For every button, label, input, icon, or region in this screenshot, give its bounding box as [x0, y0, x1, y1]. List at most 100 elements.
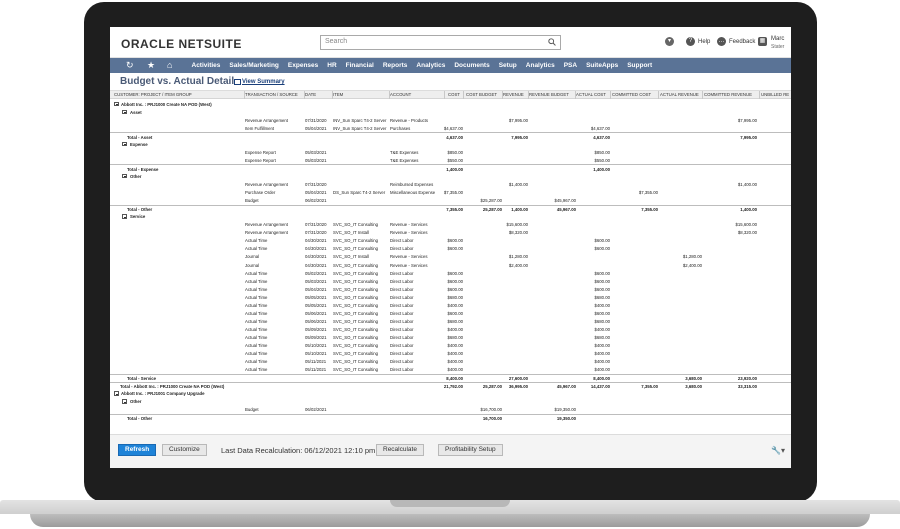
column-separator[interactable]: [304, 91, 305, 99]
nav-psa[interactable]: PSA: [559, 58, 581, 73]
table-cell: 25,287.00: [482, 384, 502, 390]
help-icon[interactable]: ?: [686, 37, 695, 46]
column-separator[interactable]: [502, 91, 503, 99]
role-icon[interactable]: ▦: [758, 37, 767, 46]
column-header[interactable]: ACCOUNT: [390, 92, 411, 97]
nav-hr[interactable]: HR: [323, 58, 341, 73]
home-icon[interactable]: ⌂: [167, 60, 172, 71]
profitability-setup-button[interactable]: Profitability Setup: [438, 444, 503, 456]
column-separator[interactable]: [610, 91, 611, 99]
nav-documents[interactable]: Documents: [450, 58, 494, 73]
column-separator[interactable]: [244, 91, 245, 99]
star-icon[interactable]: ★: [147, 60, 155, 71]
nav-expenses[interactable]: Expenses: [283, 58, 322, 73]
table-cell: $7,355.00: [443, 190, 463, 196]
table-cell: Actual Time: [245, 367, 268, 373]
table-row: Revenue Arrangement 07/31/2020 SVC_SO_IT C…: [110, 221, 791, 229]
refresh-button[interactable]: Refresh: [118, 444, 157, 456]
user-menu[interactable]: Marc Stater: [771, 35, 784, 51]
column-header[interactable]: UNBILLED RE: [761, 92, 789, 97]
nav-reports[interactable]: Reports: [378, 58, 412, 73]
user-name: Marc: [771, 36, 785, 42]
table-row: Actual Time 05/05/2021 SVC_SO_IT Consultin…: [110, 301, 791, 309]
column-separator[interactable]: [702, 91, 703, 99]
table-cell: $4,637.00: [590, 125, 610, 131]
column-separator[interactable]: [658, 91, 659, 99]
collapse-toggle-icon[interactable]: [114, 391, 119, 396]
table-row: Actual Time 05/09/2021 SVC_SO_IT Consultin…: [110, 325, 791, 333]
column-separator[interactable]: [332, 91, 333, 99]
netsuite-logo[interactable]: ORACLE NETSUITE: [121, 37, 242, 51]
table-cell: $400.00: [447, 359, 463, 365]
table-row: Total - Abbott Inc. : PRJ1000 Create NA …: [110, 381, 791, 390]
column-header[interactable]: CUSTOMER: PROJECT / ITEM GROUP: [114, 92, 192, 97]
nav-analytics[interactable]: Analytics: [412, 58, 450, 73]
column-header[interactable]: DATE: [305, 92, 316, 97]
page-title: Budget vs. Actual Detail: [120, 76, 235, 87]
nav-sales-marketing[interactable]: Sales/Marketing: [225, 58, 284, 73]
nav-suiteapps[interactable]: SuiteApps: [582, 58, 623, 73]
table-cell: Purchase Order: [245, 190, 276, 196]
table-cell: $600.00: [447, 238, 463, 244]
table-row: Asset: [110, 108, 791, 116]
collapse-toggle-icon[interactable]: [122, 141, 127, 147]
column-header[interactable]: REVENUE: [503, 92, 524, 97]
wrench-icon[interactable]: 🔧▾: [771, 446, 785, 455]
column-separator[interactable]: [444, 91, 445, 99]
table-cell: 14,437.00: [590, 384, 610, 390]
table-cell: 7,355.00: [641, 384, 658, 390]
feedback-icon[interactable]: …: [717, 37, 726, 46]
search-icon[interactable]: [548, 38, 556, 46]
collapse-toggle-icon[interactable]: [114, 101, 119, 106]
column-header[interactable]: ACTUAL COST: [576, 92, 606, 97]
user-role: Stater: [771, 44, 785, 50]
view-summary-link[interactable]: View Summary: [242, 79, 285, 85]
nav-analytics-2[interactable]: Analytics: [521, 58, 559, 73]
table-cell: $550.00: [594, 157, 610, 163]
nav-setup[interactable]: Setup: [494, 58, 521, 73]
column-header[interactable]: COST BUDGET: [466, 92, 497, 97]
column-header[interactable]: REVENUE BUDGET: [529, 92, 569, 97]
table-cell: 05/04/2021: [305, 125, 327, 131]
column-header[interactable]: ITEM: [333, 92, 343, 97]
table-cell: Revenue - Services: [390, 230, 428, 236]
column-separator[interactable]: [759, 91, 760, 99]
global-search-input[interactable]: Search: [320, 35, 561, 50]
column-header[interactable]: COMMITTED REVENUE: [704, 92, 752, 97]
column-separator[interactable]: [575, 91, 576, 99]
table-cell: 1,400.00: [740, 207, 757, 213]
nav-support[interactable]: Support: [623, 58, 657, 73]
collapse-toggle-icon[interactable]: [122, 399, 127, 404]
table-cell: 36,995.00: [508, 384, 528, 390]
total-label: Total - Asset: [127, 134, 153, 140]
table-cell: Budget: [245, 198, 259, 204]
table-cell: 3,680.00: [685, 384, 702, 390]
table-cell: Revenue Arrangement: [245, 182, 288, 187]
help-link[interactable]: Help: [698, 39, 710, 45]
table-cell: Direct Labor: [390, 246, 414, 252]
table-row: Abbott Inc. : PRJ1000 Create NA POD (Wes…: [110, 100, 791, 108]
column-header[interactable]: TRANSACTION / SOURCE: [245, 92, 298, 97]
table-cell: 05/10/2021: [305, 351, 327, 357]
nav-financial[interactable]: Financial: [341, 58, 378, 73]
recent-history-icon[interactable]: ↻: [126, 60, 134, 71]
collapse-toggle-icon[interactable]: [122, 173, 127, 179]
table-row: Purchase Order 05/04/2021 DS_Sun Sparc T4-…: [110, 189, 791, 197]
column-header[interactable]: ACTUAL REVENUE: [660, 92, 699, 97]
column-separator[interactable]: [463, 91, 464, 99]
column-header[interactable]: COST: [448, 92, 460, 97]
customize-button[interactable]: Customize: [162, 444, 207, 456]
collapse-toggle-icon[interactable]: [122, 214, 127, 219]
column-separator[interactable]: [528, 91, 529, 99]
column-separator[interactable]: [389, 91, 390, 99]
table-cell: Journal: [245, 254, 260, 260]
column-header[interactable]: COMMITTED COST: [612, 92, 651, 97]
view-summary-icon[interactable]: [234, 79, 241, 85]
feedback-link[interactable]: Feedback: [729, 39, 755, 45]
nav-activities[interactable]: Activities: [187, 58, 225, 73]
last-recalculation-label: Last Data Recalculation: 06/12/2021 12:1…: [221, 446, 376, 455]
collapse-toggle-icon[interactable]: [122, 109, 127, 115]
logo-netsuite: NETSUITE: [178, 37, 242, 51]
recent-records-icon[interactable]: ▾: [665, 37, 674, 46]
recalculate-button[interactable]: Recalculate: [376, 444, 424, 456]
